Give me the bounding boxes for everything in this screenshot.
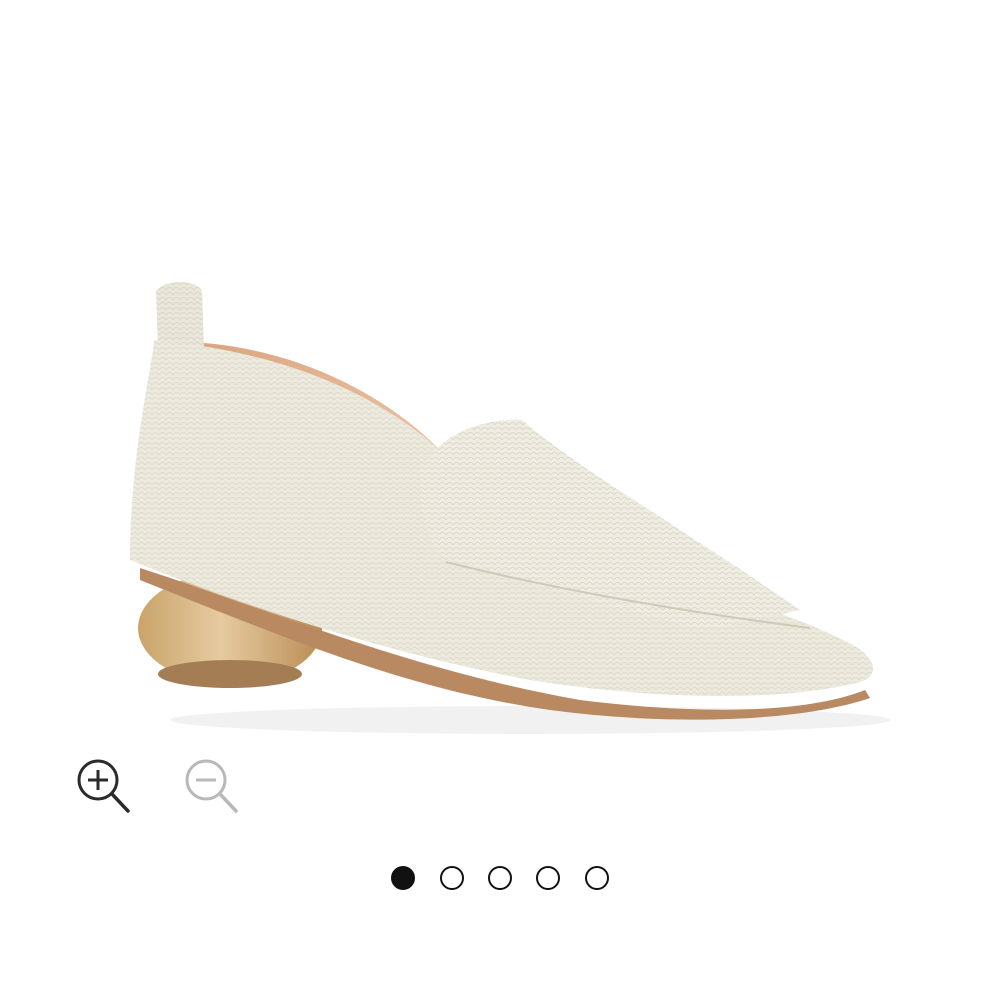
product-image[interactable] (110, 270, 890, 740)
carousel-dot-4[interactable] (536, 866, 560, 890)
carousel-dot-2[interactable] (440, 866, 464, 890)
carousel-dot-1[interactable] (391, 866, 415, 890)
carousel-pagination (388, 866, 618, 894)
zoom-out-button[interactable] (180, 754, 244, 818)
product-image-viewer (0, 0, 1000, 1000)
carousel-dot-3[interactable] (488, 866, 512, 890)
zoom-out-icon (185, 759, 238, 813)
zoom-controls (72, 754, 272, 818)
zoom-in-icon (77, 759, 130, 813)
zoom-in-button[interactable] (72, 754, 136, 818)
carousel-dot-5[interactable] (585, 866, 609, 890)
